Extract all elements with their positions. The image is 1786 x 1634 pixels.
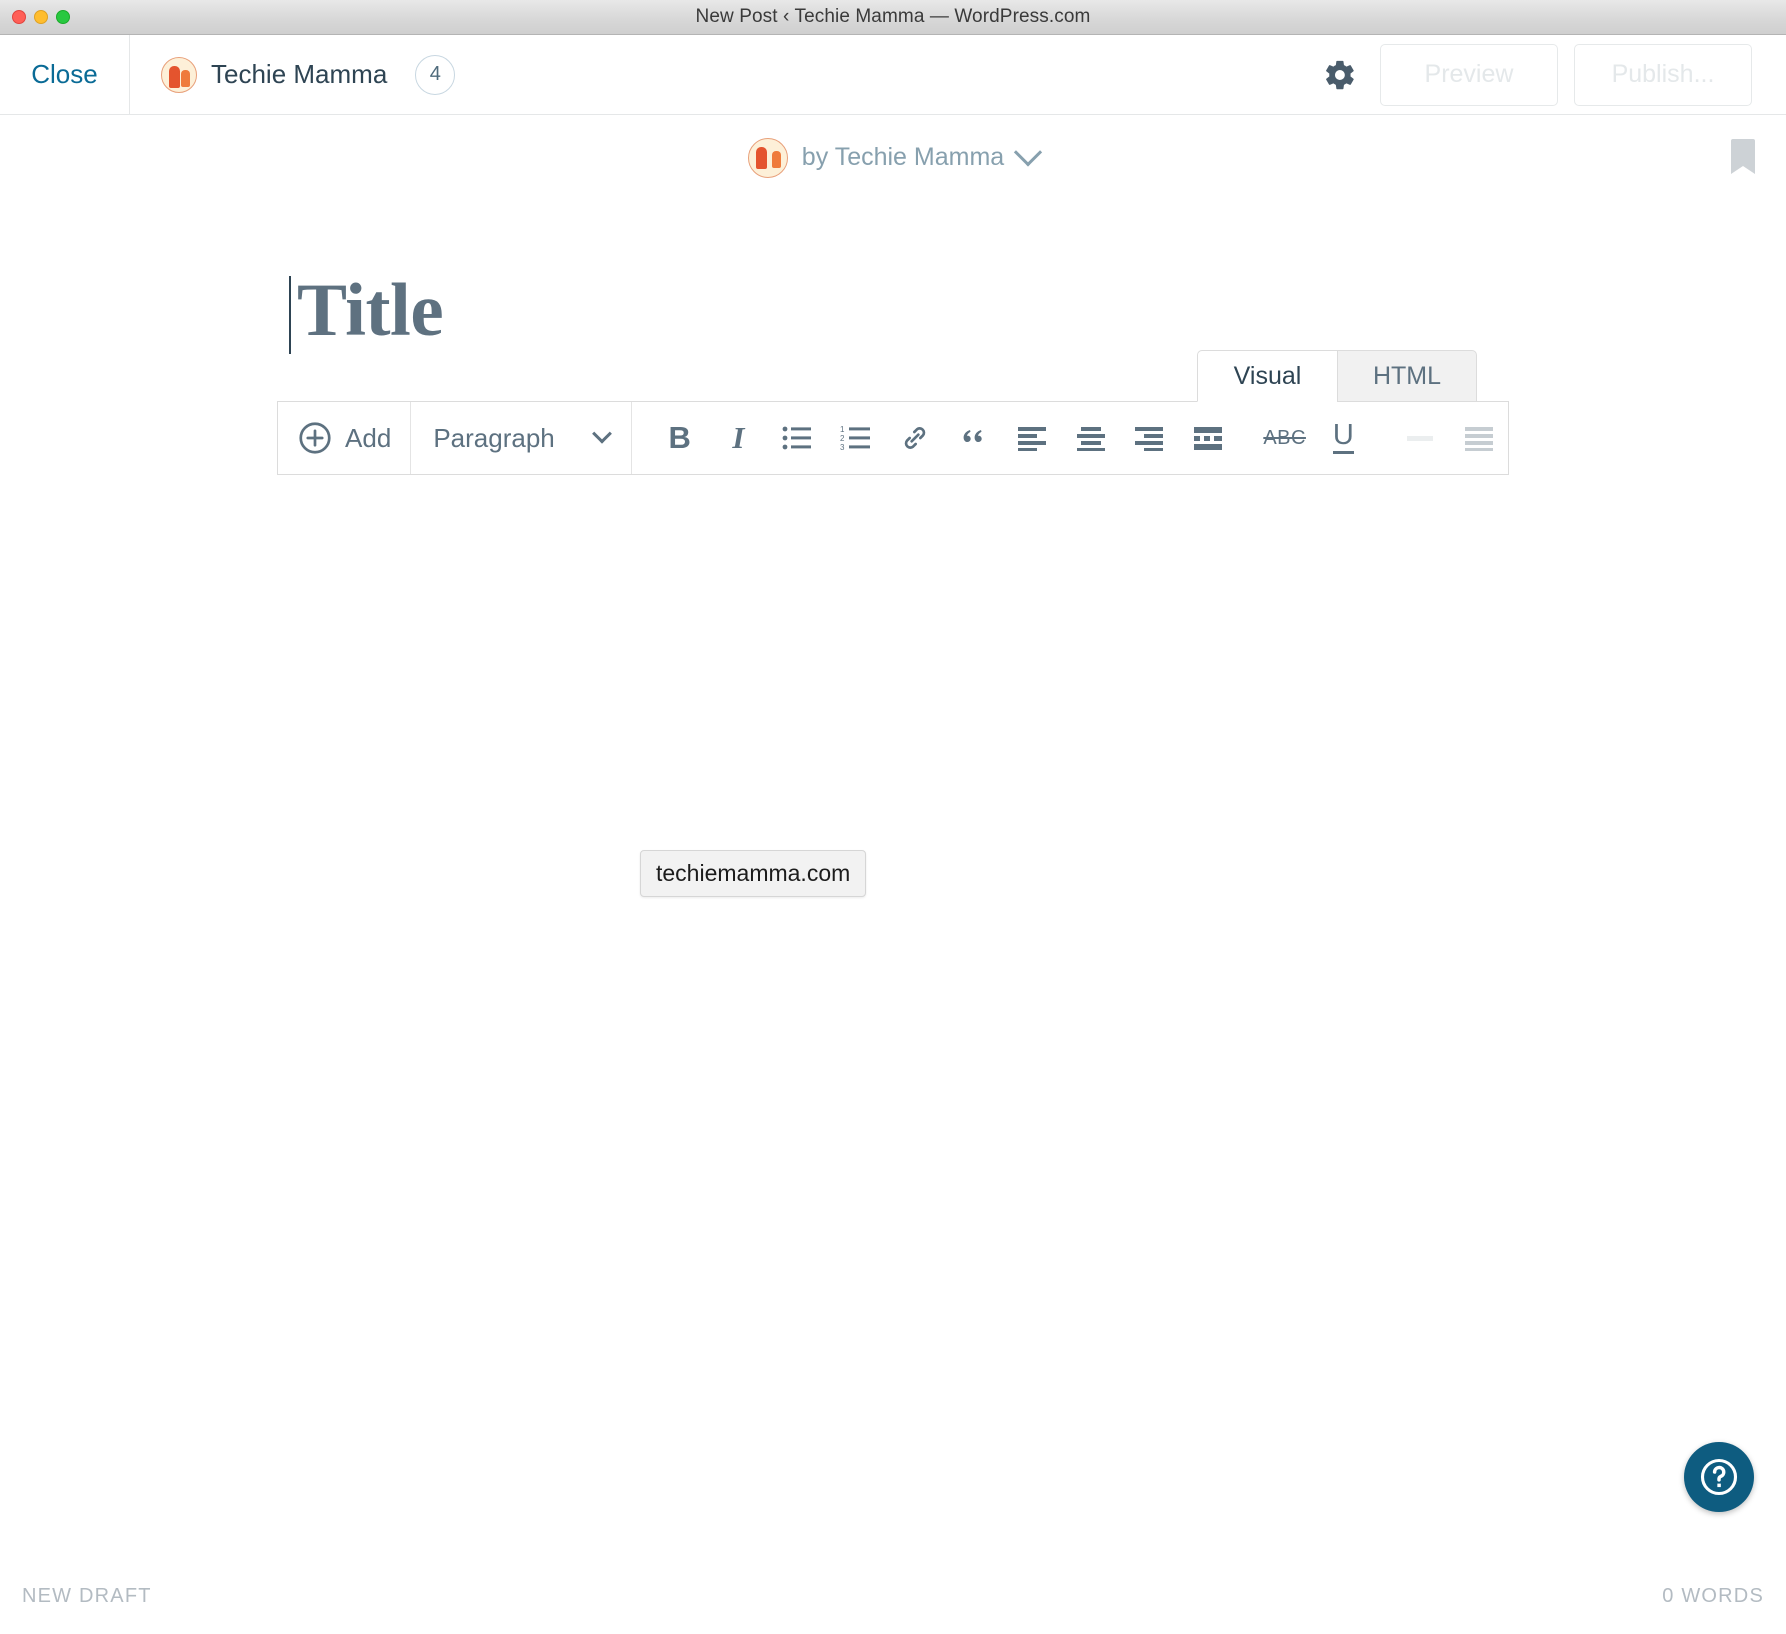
italic-button[interactable]: I [709,402,768,474]
word-count-label: 0 WORDS [1662,1584,1764,1607]
window-minimize-button[interactable] [34,10,48,24]
underline-icon: U [1332,420,1354,455]
editor-app-bar: Close Techie Mamma 4 Preview Publish... [0,35,1786,115]
align-center-icon [1076,427,1105,451]
post-title-placeholder: Title [297,269,444,352]
author-selector[interactable]: by Techie Mamma [747,137,1043,178]
formatting-toolbar: Add Paragraph B I 1 2 3 ABC U [277,401,1509,475]
author-avatar [747,137,788,178]
author-label: by Techie Mamma [801,143,1005,171]
preview-button[interactable]: Preview [1380,43,1558,106]
underline-button[interactable]: U [1314,402,1373,474]
text-caret [289,276,291,354]
strikethrough-icon: ABC [1263,426,1306,449]
window-zoom-button[interactable] [56,10,70,24]
insert-link-button[interactable] [885,402,944,474]
svg-text:1: 1 [840,425,845,434]
align-right-button[interactable] [1120,402,1179,474]
post-editor-canvas: by Techie Mamma Title Visual HTML Add Pa… [0,115,1786,1634]
read-more-button[interactable] [1179,402,1238,474]
chevron-down-icon [592,423,613,444]
justify-button[interactable] [1449,402,1508,474]
read-more-icon [1194,427,1223,450]
byline-row: by Techie Mamma [0,115,1786,200]
link-icon [904,427,925,449]
italic-icon: I [732,420,745,455]
app-bar-actions: Preview Publish... [1316,35,1786,114]
add-button-label: Add [345,422,392,453]
publish-button[interactable]: Publish... [1574,43,1752,106]
tab-html[interactable]: HTML [1337,350,1477,402]
window-title: New Post ‹ Techie Mamma — WordPress.com [695,6,1091,27]
preview-button-label: Preview [1424,60,1514,88]
close-button[interactable]: Close [0,35,130,114]
window-titlebar: New Post ‹ Techie Mamma — WordPress.com [0,0,1786,35]
draft-status-label: NEW DRAFT [22,1584,152,1607]
question-circle-icon [1700,1458,1738,1496]
toolbar-gap [632,402,650,474]
post-title-input[interactable]: Title [277,200,1509,354]
tab-visual[interactable]: Visual [1197,350,1337,402]
bookmark-icon[interactable] [1730,137,1756,177]
close-button-label: Close [31,59,98,89]
tab-html-label: HTML [1372,361,1442,390]
block-format-label: Paragraph [433,422,555,453]
window-close-button[interactable] [12,10,26,24]
toolbar-gap-2 [1237,402,1255,474]
numbered-list-icon: 1 2 3 [840,425,870,451]
align-left-button[interactable] [1003,402,1062,474]
chevron-down-icon [1014,137,1043,166]
site-name-label: Techie Mamma [211,59,388,89]
svg-text:2: 2 [840,434,845,443]
site-selector[interactable]: Techie Mamma 4 [130,35,456,114]
editor-column: Title Visual HTML Add Paragraph B I 1 2 … [277,200,1509,475]
horizontal-rule-icon [1406,435,1433,441]
publish-button-label: Publish... [1611,60,1715,88]
bold-icon: B [668,420,691,455]
align-left-icon [1017,427,1046,451]
align-right-icon [1135,427,1164,451]
svg-text:3: 3 [840,443,845,451]
site-avatar [161,56,197,93]
bold-button[interactable]: B [650,402,709,474]
justify-icon [1464,427,1493,451]
editor-status-bar: NEW DRAFT 0 WORDS [0,1572,1786,1634]
editor-mode-tabs: Visual HTML [277,350,1509,402]
align-center-button[interactable] [1061,402,1120,474]
notifications-badge[interactable]: 4 [415,54,456,95]
gear-icon[interactable] [1316,51,1364,99]
help-button[interactable] [1684,1442,1754,1512]
strikethrough-button[interactable]: ABC [1255,402,1314,474]
plus-circle-icon [299,422,331,454]
horizontal-rule-button[interactable] [1391,402,1450,474]
blockquote-button[interactable] [944,402,1003,474]
block-format-select[interactable]: Paragraph [411,402,633,474]
traffic-lights [12,10,70,24]
blockquote-icon [963,430,982,442]
bulleted-list-icon [782,426,812,450]
add-media-button[interactable]: Add [278,402,412,474]
tab-visual-label: Visual [1233,361,1302,390]
toolbar-gap-3 [1373,402,1391,474]
bulleted-list-button[interactable] [768,402,827,474]
status-url-chip: techiemamma.com [640,850,867,897]
numbered-list-button[interactable]: 1 2 3 [826,402,885,474]
